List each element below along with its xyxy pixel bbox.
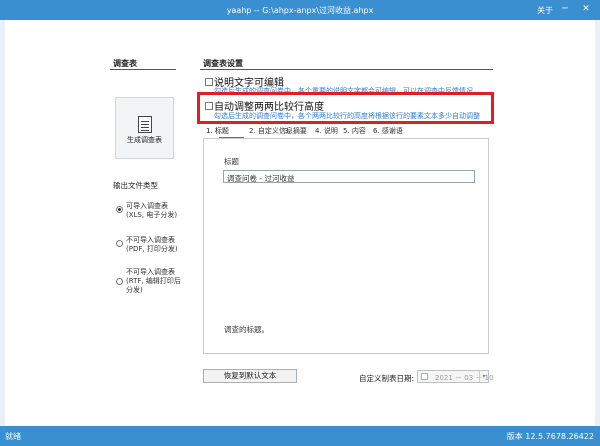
window-border-left bbox=[0, 20, 5, 426]
title-input[interactable]: 调查问卷 - 过河收益 bbox=[223, 170, 475, 183]
about-menu[interactable]: 关于 bbox=[537, 5, 553, 16]
custom-date-picker[interactable]: 2021 － 03 － 10 ▾ bbox=[417, 370, 494, 383]
close-icon[interactable]: ✕ bbox=[577, 2, 595, 17]
highlight-box bbox=[197, 92, 494, 124]
radio-label-nonimportable-pdf: 不可导入调查表 (PDF, 打印分发) bbox=[126, 236, 178, 253]
restore-default-text-button[interactable]: 恢复到默认文本 bbox=[203, 369, 297, 383]
tab-title[interactable]: 1. 标题 bbox=[206, 126, 229, 136]
left-section-title: 调查表 bbox=[113, 59, 137, 68]
tab-content[interactable]: 5. 内容 bbox=[343, 126, 366, 136]
custom-date-label: 自定义制表日期: bbox=[359, 374, 415, 383]
spinner-icon[interactable]: ▾ bbox=[479, 371, 488, 382]
generate-survey-label: 生成调查表 bbox=[127, 136, 162, 144]
generate-survey-button[interactable]: 生成调查表 bbox=[115, 97, 174, 159]
title-hint: 调查的标题。 bbox=[224, 325, 269, 334]
radio-label-importable-xls: 可导入调查表 (XLS, 电子分发) bbox=[126, 202, 178, 219]
window-border-right bbox=[595, 20, 600, 426]
right-section-divider bbox=[200, 69, 493, 70]
tab-thanks[interactable]: 6. 感谢语 bbox=[373, 126, 403, 136]
status-text: 就绪 bbox=[5, 432, 21, 441]
window-title: yaahp -- G:\ahpx-anpx\过河收益.ahpx bbox=[226, 6, 374, 15]
radio-label-nonimportable-rtf: 不可导入调查表 (RTF, 编辑打印后 分发) bbox=[126, 268, 181, 294]
radio-nonimportable-pdf[interactable] bbox=[116, 240, 123, 247]
minimize-icon[interactable]: ─ bbox=[556, 2, 574, 17]
version-text: 版本 12.5.7678.26422 bbox=[506, 432, 594, 441]
editable-text-checkbox[interactable] bbox=[205, 78, 213, 86]
status-bar: 就绪 版本 12.5.7678.26422 bbox=[0, 426, 600, 446]
radio-nonimportable-rtf[interactable] bbox=[116, 278, 123, 285]
title-field-label: 标题 bbox=[224, 157, 239, 166]
left-section-divider bbox=[110, 69, 176, 70]
tab-instructions[interactable]: 4. 说明 bbox=[315, 126, 338, 136]
title-bar: yaahp -- G:\ahpx-anpx\过河收益.ahpx 关于 ─ ✕ bbox=[0, 0, 600, 20]
output-type-label: 输出文件类型 bbox=[113, 181, 158, 190]
radio-importable-xls[interactable] bbox=[116, 206, 123, 213]
document-icon bbox=[137, 116, 152, 133]
custom-date-checkbox[interactable] bbox=[421, 373, 428, 380]
right-section-title: 调查表设置 bbox=[203, 59, 243, 68]
tab-summary[interactable]: 3. 摘要 bbox=[284, 126, 307, 136]
